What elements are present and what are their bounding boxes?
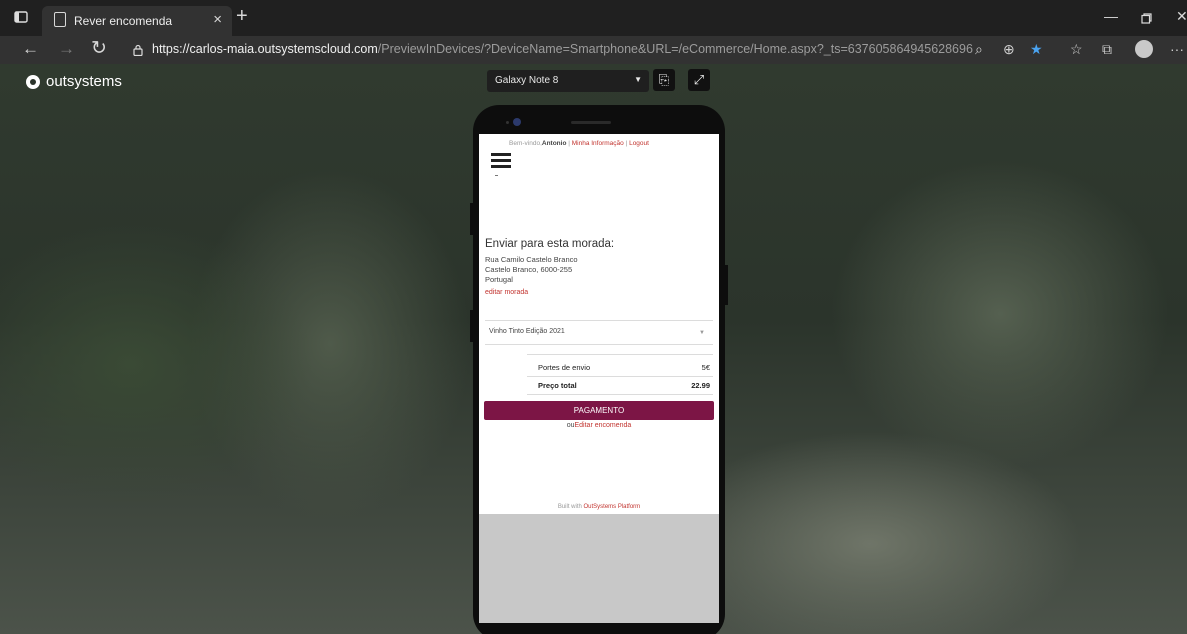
- phone-side-button: [724, 265, 728, 305]
- shipping-address-title: Enviar para esta morada:: [485, 238, 615, 250]
- user-name: Antonio: [541, 140, 567, 147]
- divider: [485, 320, 713, 321]
- product-item[interactable]: Vinho Tinto Edição 2021: [489, 328, 565, 335]
- divider: [495, 175, 498, 176]
- shipping-cost-label: Portes de envio: [538, 363, 591, 372]
- phone-frame: Bem-vindo,Antonio | Minha Informação | L…: [470, 105, 728, 634]
- read-aloud-icon[interactable]: ⌕: [975, 41, 983, 58]
- browser-tab[interactable]: Rever encomenda ×: [42, 6, 232, 36]
- lock-icon[interactable]: [132, 43, 144, 57]
- chevron-down-icon[interactable]: ▼: [699, 330, 705, 336]
- total-price-label: Preço total: [538, 381, 577, 390]
- fullscreen-button[interactable]: ⤢: [688, 69, 710, 91]
- edit-order-link[interactable]: Editar encomenda: [574, 422, 631, 429]
- welcome-bar: Bem-vindo,Antonio | Minha Informação | L…: [509, 140, 649, 147]
- device-preview-area: outsystems Galaxy Note 8 ▼ ⎘ ⤢ Bem-vindo…: [0, 64, 1187, 634]
- device-select[interactable]: Galaxy Note 8 ▼: [487, 70, 649, 92]
- rotate-icon: ⎘: [658, 72, 670, 87]
- back-icon[interactable]: ←: [22, 39, 39, 59]
- restore-icon[interactable]: [1141, 11, 1152, 27]
- edit-order-line: ouEditar encomenda: [566, 422, 632, 429]
- favorites-bar-icon[interactable]: ☆: [1070, 41, 1083, 58]
- shipping-cost-value: 5€: [701, 363, 710, 372]
- zoom-icon[interactable]: ⊕: [1003, 41, 1015, 58]
- phone-side-button: [470, 310, 474, 342]
- shipping-address: Rua Camilo Castelo Branco Castelo Branco…: [485, 255, 578, 284]
- more-icon[interactable]: ···: [1170, 41, 1184, 57]
- logout-link[interactable]: Logout: [629, 140, 649, 147]
- reload-icon[interactable]: ↻: [91, 37, 107, 60]
- divider: [527, 394, 713, 395]
- device-select-value: Galaxy Note 8: [495, 75, 559, 86]
- outsystems-logo-icon: [26, 74, 40, 89]
- payment-button[interactable]: PAGAMENTO: [484, 401, 714, 420]
- divider: [527, 376, 713, 377]
- tab-title: Rever encomenda: [74, 14, 173, 28]
- edit-address-link[interactable]: editar morada: [485, 289, 528, 296]
- phone-side-button: [470, 203, 474, 235]
- minimize-icon[interactable]: —: [1104, 8, 1118, 24]
- camera-icon: [513, 118, 521, 126]
- menu-icon[interactable]: [491, 153, 511, 171]
- divider: [527, 354, 713, 355]
- outsystems-logo: outsystems: [26, 73, 122, 90]
- chevron-down-icon: ▼: [634, 75, 642, 84]
- total-price-value: 22.99: [691, 381, 710, 390]
- browser-address-bar: ← → ↻ https://carlos-maia.outsystemsclou…: [0, 36, 1187, 64]
- footer-built-with: Built with OutSystems Platform: [557, 504, 641, 510]
- profile-avatar-icon[interactable]: [1135, 40, 1153, 58]
- sensor-icon: [506, 121, 509, 124]
- document-icon: [54, 12, 66, 27]
- rotate-device-button[interactable]: ⎘: [653, 69, 675, 91]
- url-field[interactable]: https://carlos-maia.outsystemscloud.com/…: [152, 42, 973, 56]
- speaker-icon: [571, 121, 611, 124]
- phone-screen: Bem-vindo,Antonio | Minha Informação | L…: [479, 134, 719, 623]
- logo-text: outsystems: [46, 73, 122, 90]
- forward-icon[interactable]: →: [58, 39, 75, 59]
- tab-actions-icon[interactable]: [14, 10, 30, 26]
- expand-icon: ⤢: [693, 72, 705, 87]
- collections-icon[interactable]: ⧉: [1102, 41, 1112, 58]
- browser-tab-bar: Rever encomenda × + — ✕: [0, 0, 1187, 36]
- plus-icon[interactable]: +: [236, 5, 248, 28]
- close-icon[interactable]: ×: [213, 11, 222, 28]
- favorite-star-icon[interactable]: ★: [1030, 41, 1043, 58]
- my-info-link[interactable]: Minha Informação: [572, 140, 624, 147]
- close-window-icon[interactable]: ✕: [1176, 8, 1187, 25]
- order-review-page: Bem-vindo,Antonio | Minha Informação | L…: [479, 134, 719, 514]
- divider: [485, 344, 713, 345]
- platform-link[interactable]: OutSystems Platform: [584, 504, 641, 510]
